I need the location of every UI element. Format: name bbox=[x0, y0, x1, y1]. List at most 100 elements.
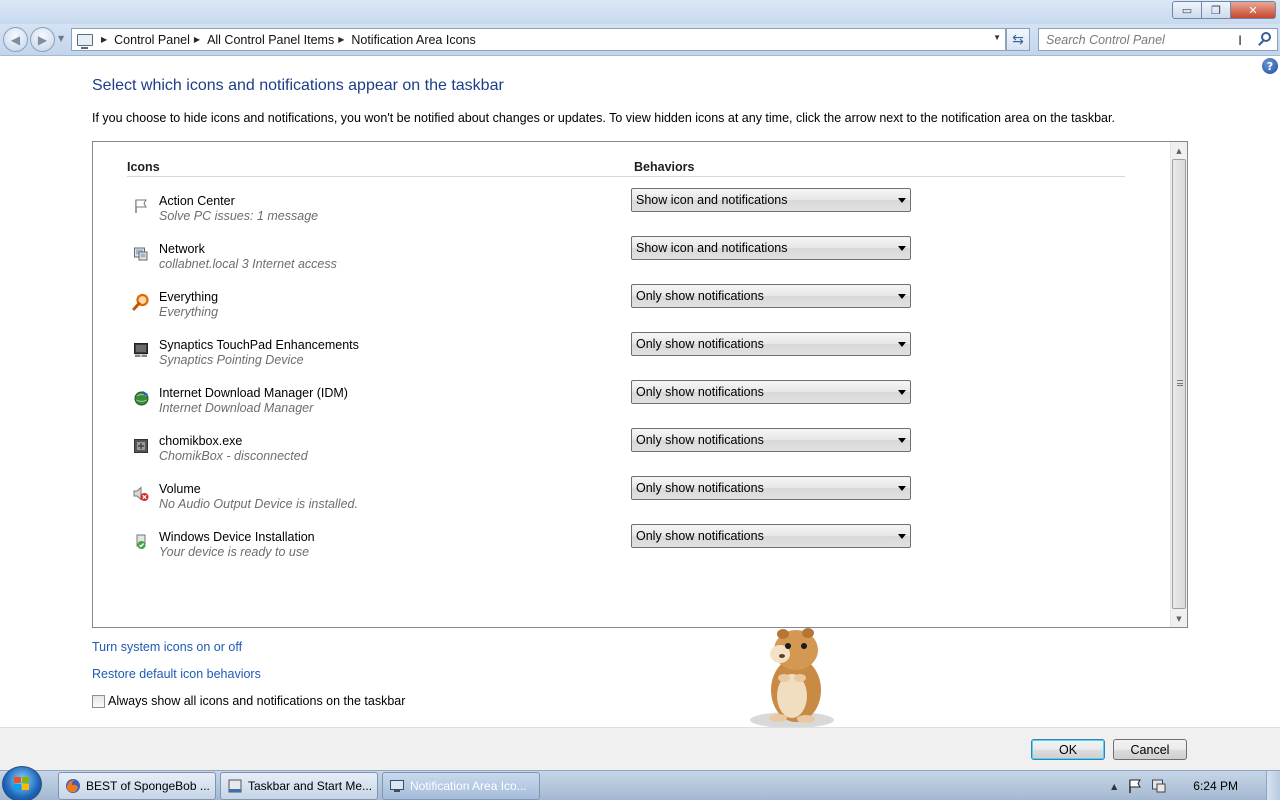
item-name: Action Center bbox=[159, 194, 235, 208]
clock[interactable]: 6:24 PM bbox=[1193, 779, 1238, 793]
system-tray: ▲ 6:24 PM bbox=[1111, 771, 1280, 800]
firefox-icon bbox=[66, 779, 80, 793]
show-desktop-button[interactable] bbox=[1266, 771, 1280, 800]
item-subtitle: Internet Download Manager bbox=[159, 401, 314, 415]
behavior-value: Only show notifications bbox=[636, 289, 764, 303]
forward-arrow-icon: ▶ bbox=[37, 32, 48, 47]
item-subtitle: Synaptics Pointing Device bbox=[159, 353, 304, 367]
item-name: Everything bbox=[159, 290, 219, 304]
behavior-dropdown[interactable]: Only show notifications bbox=[631, 380, 911, 404]
item-subtitle: No Audio Output Device is installed. bbox=[159, 497, 358, 511]
breadcrumb-control-panel[interactable]: Control Panel bbox=[114, 33, 190, 47]
breadcrumb-all-items[interactable]: All Control Panel Items bbox=[207, 33, 334, 47]
taskbar-item-taskbar-start-menu[interactable]: Taskbar and Start Me... bbox=[220, 772, 378, 800]
column-header-behaviors: Behaviors bbox=[634, 160, 695, 174]
search-icon[interactable] bbox=[1261, 32, 1271, 42]
always-show-checkbox[interactable] bbox=[92, 694, 105, 708]
recent-pages-dropdown[interactable]: ▼ bbox=[58, 34, 64, 43]
behavior-value: Only show notifications bbox=[636, 529, 764, 543]
search-input[interactable]: Search Control Panel I bbox=[1038, 28, 1278, 51]
list-item-action-center: Action Center Solve PC issues: 1 message… bbox=[131, 188, 1131, 230]
behavior-dropdown[interactable]: Only show notifications bbox=[631, 428, 911, 452]
behavior-dropdown[interactable]: Only show notifications bbox=[631, 332, 911, 356]
navigation-bar: ◀ ▶ ▼ ▶ Control Panel ▶ All Control Pane… bbox=[0, 24, 1280, 56]
scroll-thumb[interactable] bbox=[1172, 159, 1186, 609]
behavior-dropdown[interactable]: Show icon and notifications bbox=[631, 236, 911, 260]
network-tray-icon[interactable] bbox=[1151, 778, 1167, 794]
address-bar[interactable]: ▶ Control Panel ▶ All Control Panel Item… bbox=[71, 28, 1006, 51]
grip-icon bbox=[1177, 380, 1183, 386]
action-center-tray-icon[interactable] bbox=[1127, 778, 1143, 794]
restore-defaults-link[interactable]: Restore default icon behaviors bbox=[92, 667, 261, 681]
item-name: chomikbox.exe bbox=[159, 434, 243, 448]
chevron-down-icon bbox=[898, 294, 906, 299]
chevron-down-icon bbox=[898, 534, 906, 539]
breadcrumb-notification-area-icons[interactable]: Notification Area Icons bbox=[351, 33, 475, 47]
ok-button[interactable]: OK bbox=[1031, 739, 1105, 760]
help-button[interactable]: ? bbox=[1262, 58, 1278, 74]
list-item-device-installation: Windows Device Installation Your device … bbox=[131, 524, 1131, 566]
behavior-value: Show icon and notifications bbox=[636, 241, 788, 255]
item-name: Windows Device Installation bbox=[159, 530, 315, 544]
always-show-checkbox-row[interactable]: Always show all icons and notifications … bbox=[92, 694, 405, 708]
minimize-button[interactable]: ▭ bbox=[1172, 1, 1202, 19]
forward-button[interactable]: ▶ bbox=[30, 27, 55, 52]
chevron-down-icon bbox=[898, 438, 906, 443]
breadcrumb-separator-icon[interactable]: ▶ bbox=[338, 35, 344, 44]
search-icon bbox=[131, 292, 151, 312]
item-name: Volume bbox=[159, 482, 201, 496]
item-subtitle: ChomikBox - disconnected bbox=[159, 449, 308, 463]
taskbar-item-firefox[interactable]: BEST of SpongeBob ... bbox=[58, 772, 216, 800]
breadcrumb-separator-icon[interactable]: ▶ bbox=[101, 35, 107, 44]
globe-download-icon bbox=[131, 388, 151, 408]
chevron-down-icon bbox=[898, 198, 906, 203]
dialog-footer: OK Cancel bbox=[0, 727, 1280, 770]
list-item-network: Network collabnet.local 3 Internet acces… bbox=[131, 236, 1131, 278]
cancel-button[interactable]: Cancel bbox=[1113, 739, 1187, 760]
behavior-dropdown[interactable]: Only show notifications bbox=[631, 284, 911, 308]
taskbar: BEST of SpongeBob ... Taskbar and Start … bbox=[0, 766, 1280, 800]
item-name: Network bbox=[159, 242, 205, 256]
icons-list: Icons Behaviors Action Center Solve PC i… bbox=[92, 141, 1188, 628]
taskbar-item-notification-area-icons[interactable]: Notification Area Ico... bbox=[382, 772, 540, 800]
show-hidden-icons-button[interactable]: ▲ bbox=[1111, 782, 1117, 791]
turn-system-icons-link[interactable]: Turn system icons on or off bbox=[92, 640, 242, 654]
behavior-dropdown[interactable]: Show icon and notifications bbox=[631, 188, 911, 212]
window-controls: ▭ ❐ ✕ bbox=[1172, 1, 1276, 19]
item-name: Synaptics TouchPad Enhancements bbox=[159, 338, 359, 352]
taskbar-properties-icon bbox=[228, 779, 242, 793]
volume-muted-icon bbox=[131, 484, 151, 504]
behavior-value: Only show notifications bbox=[636, 433, 764, 447]
refresh-button[interactable]: ⇆ bbox=[1006, 28, 1030, 51]
list-item-synaptics: Synaptics TouchPad Enhancements Synaptic… bbox=[131, 332, 1131, 374]
vertical-scrollbar[interactable]: ▲ ▼ bbox=[1170, 142, 1187, 627]
behavior-dropdown[interactable]: Only show notifications bbox=[631, 524, 911, 548]
start-button[interactable] bbox=[2, 766, 42, 800]
breadcrumb-separator-icon[interactable]: ▶ bbox=[194, 35, 200, 44]
close-button[interactable]: ✕ bbox=[1230, 1, 1276, 19]
text-cursor-icon: I bbox=[1238, 32, 1242, 48]
behavior-dropdown[interactable]: Only show notifications bbox=[631, 476, 911, 500]
item-subtitle: Your device is ready to use bbox=[159, 545, 310, 559]
chevron-down-icon bbox=[898, 342, 906, 347]
column-header-icons: Icons bbox=[127, 160, 160, 174]
restore-button[interactable]: ❐ bbox=[1201, 1, 1231, 19]
control-panel-icon bbox=[390, 780, 404, 792]
behavior-value: Only show notifications bbox=[636, 481, 764, 495]
back-button[interactable]: ◀ bbox=[3, 27, 28, 52]
search-placeholder: Search Control Panel bbox=[1046, 32, 1165, 47]
title-bar: ▭ ❐ ✕ bbox=[0, 0, 1280, 24]
hamster-desktop-pet bbox=[748, 626, 840, 730]
chevron-down-icon bbox=[898, 486, 906, 491]
item-subtitle: Everything bbox=[159, 305, 219, 319]
refresh-icon: ⇆ bbox=[1012, 31, 1024, 48]
address-history-dropdown[interactable]: ▼ bbox=[993, 33, 1001, 42]
list-item-everything: Everything Everything Only show notifica… bbox=[131, 284, 1131, 326]
scroll-down-icon[interactable]: ▼ bbox=[1171, 610, 1187, 627]
behavior-value: Only show notifications bbox=[636, 337, 764, 351]
scroll-up-icon[interactable]: ▲ bbox=[1171, 142, 1187, 159]
header-divider bbox=[127, 176, 1125, 177]
page-title: Select which icons and notifications app… bbox=[92, 77, 504, 94]
computer-icon bbox=[77, 33, 93, 49]
flag-icon bbox=[131, 196, 151, 216]
